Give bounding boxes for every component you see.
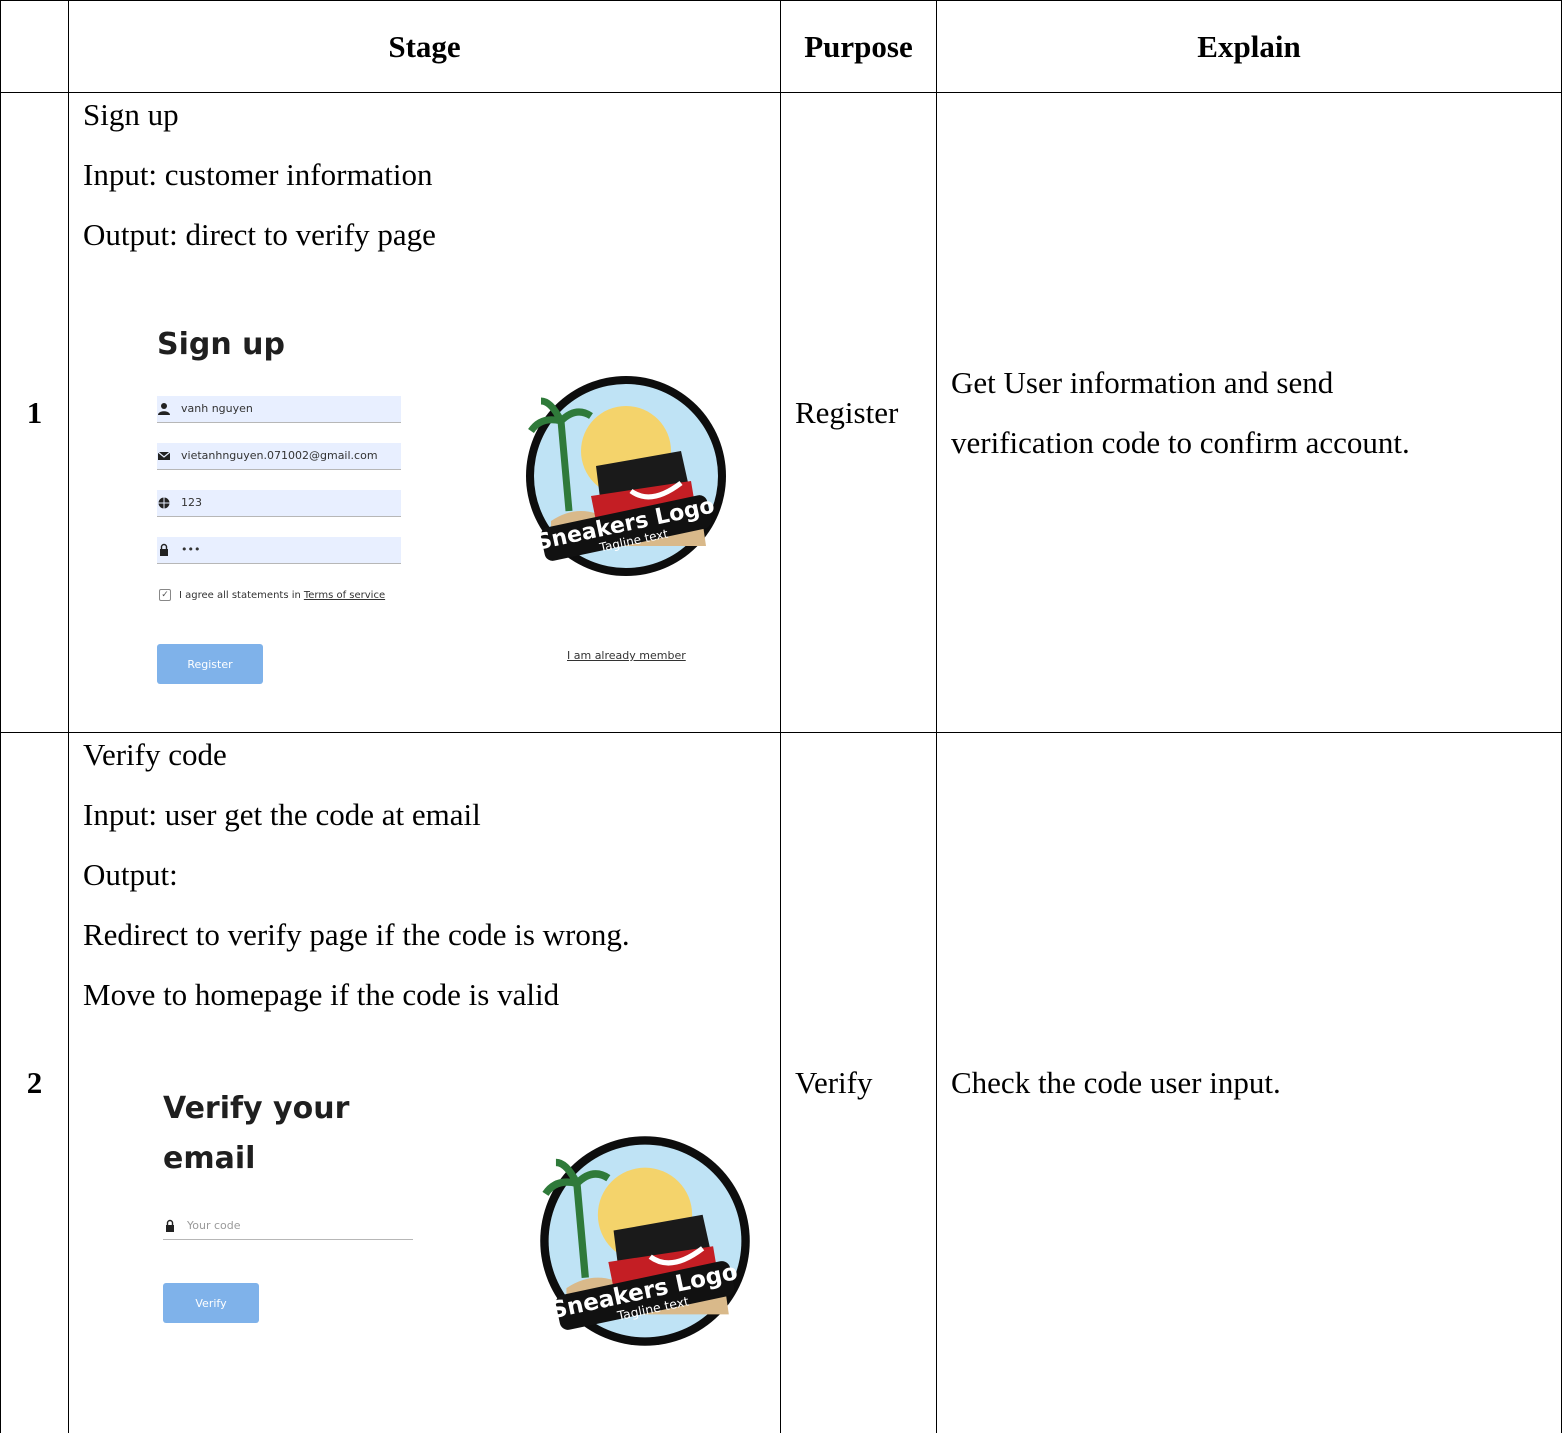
signup-screenshot: Sign up vanh nguyen vietanhnguyen.071002… (69, 93, 781, 733)
lock-icon (166, 1219, 174, 1232)
code-input[interactable]: Your code (163, 1213, 413, 1240)
verify-title-line2: email (163, 1141, 256, 1176)
table-row: 1 Sign up Input: customer information Ou… (0, 92, 1562, 733)
password-value: ••• (181, 543, 201, 556)
header-number (0, 0, 69, 93)
stage-cell: Verify code Input: user get the code at … (68, 732, 781, 1433)
user-icon (158, 403, 170, 415)
row-number: 2 (0, 732, 69, 1433)
sneakers-logo: Sneakers Logo Tagline text (526, 376, 726, 576)
code-placeholder: Your code (187, 1219, 241, 1232)
table-row: 2 Verify code Input: user get the code a… (0, 732, 1562, 1433)
row-number: 1 (0, 92, 69, 733)
globe-icon (158, 497, 170, 509)
explain-cell: Check the code user input. (936, 732, 1562, 1433)
explain-line: Get User information and send (951, 364, 1334, 400)
mail-icon (157, 451, 171, 460)
email-field[interactable]: vietanhnguyen.071002@gmail.com (157, 443, 401, 470)
name-field[interactable]: vanh nguyen (157, 396, 401, 423)
terms-link[interactable]: Terms of service (304, 590, 385, 601)
lock-icon (160, 543, 168, 556)
header-row: Stage Purpose Explain (0, 0, 1562, 93)
password-field[interactable]: ••• (157, 537, 401, 564)
explain-line: Check the code user input. (951, 1064, 1281, 1100)
purpose-cell: Verify (780, 732, 937, 1433)
check-icon[interactable]: ✓ (159, 589, 171, 601)
verify-screenshot: Verify your email Your code Verify Sneak… (69, 733, 781, 1433)
signup-title: Sign up (157, 327, 285, 362)
header-purpose: Purpose (780, 0, 937, 93)
register-button[interactable]: Register (157, 644, 263, 684)
verify-button[interactable]: Verify (163, 1283, 259, 1323)
number-field[interactable]: 123 (157, 490, 401, 517)
stage-table: Stage Purpose Explain 1 Sign up Input: c… (0, 0, 1562, 1433)
stage-cell: Sign up Input: customer information Outp… (68, 92, 781, 733)
explain-cell: Get User information and send verificati… (936, 92, 1562, 733)
header-explain: Explain (936, 0, 1562, 93)
sneakers-logo: Sneakers Logo Tagline text (540, 1136, 750, 1346)
number-value: 123 (181, 496, 202, 509)
email-value: vietanhnguyen.071002@gmail.com (181, 449, 378, 462)
agree-row[interactable]: ✓ I agree all statements in Terms of ser… (159, 589, 385, 601)
header-stage: Stage (68, 0, 781, 93)
name-value: vanh nguyen (181, 402, 253, 415)
verify-title-line1: Verify your (163, 1091, 350, 1126)
explain-line: verification code to confirm account. (951, 424, 1410, 460)
purpose-cell: Register (780, 92, 937, 733)
already-member-link[interactable]: I am already member (567, 649, 686, 662)
agree-text: I agree all statements in (179, 589, 301, 601)
